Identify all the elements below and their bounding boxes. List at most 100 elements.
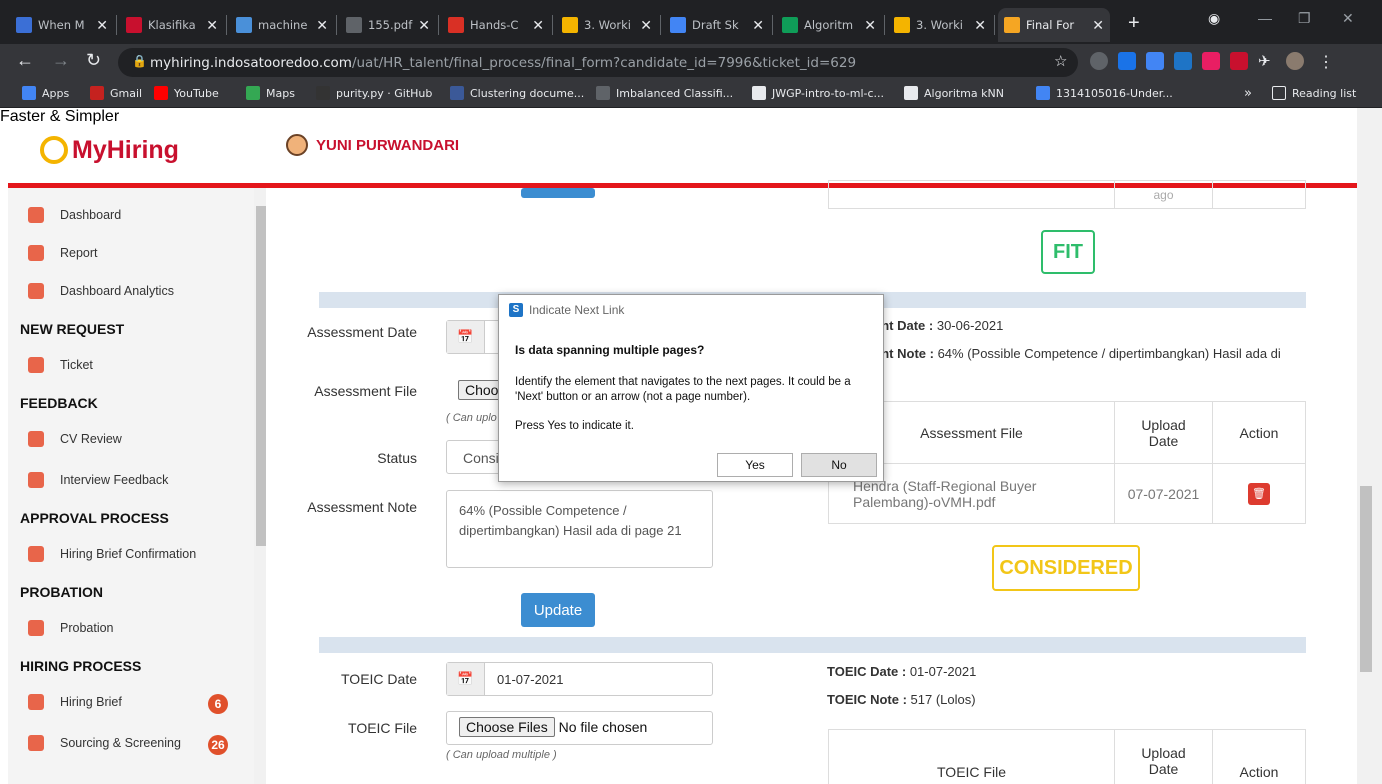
sidebar-item[interactable]: Dashboard Analytics: [28, 283, 228, 299]
tab-close-icon[interactable]: ✕: [206, 17, 218, 34]
delete-icon[interactable]: 🗑: [1248, 482, 1270, 505]
bookmark-item[interactable]: Maps: [246, 86, 295, 100]
back-icon[interactable]: ←: [16, 50, 34, 71]
sidebar-item[interactable]: Report: [28, 245, 228, 261]
url-path: /uat/HR_talent/final_process/final_form?…: [351, 55, 857, 71]
extension-icon[interactable]: [1202, 52, 1220, 70]
tab-close-icon[interactable]: ✕: [974, 17, 986, 34]
info-value: 517 (Lolos): [906, 692, 976, 707]
extension-icon[interactable]: [1230, 52, 1248, 70]
bookmark-item[interactable]: Clustering docume...: [450, 86, 584, 100]
sidebar-item[interactable]: CV Review: [28, 431, 228, 447]
toeic-date-field[interactable]: 📅 01-07-2021: [446, 662, 713, 696]
sidebar-item[interactable]: Hiring Brief Confirmation: [28, 546, 228, 562]
tab-separator: [438, 15, 439, 35]
tab-close-icon[interactable]: ✕: [1092, 17, 1104, 34]
browser-tab[interactable]: machine ✕: [230, 8, 334, 42]
assessment-upload-hint: ( Can uplo: [446, 412, 497, 424]
tab-close-icon[interactable]: ✕: [752, 17, 764, 34]
thumbs-up-icon: [28, 546, 44, 562]
tab-favicon-icon: [562, 17, 578, 33]
reading-list-button[interactable]: Reading list: [1272, 86, 1356, 100]
status-select[interactable]: Consi: [446, 440, 506, 474]
browser-tab-strip: When M ✕ Klasifika ✕ machine ✕ 155.pdf ✕ Hands-C…: [0, 0, 1382, 44]
tab-separator: [116, 15, 117, 35]
bookmark-item[interactable]: Imbalanced Classifi...: [596, 86, 733, 100]
bookmark-item[interactable]: Gmail: [90, 86, 142, 100]
indicate-next-link-dialog: S Indicate Next Link Is data spanning mul…: [498, 294, 884, 482]
translate-icon[interactable]: [1146, 52, 1164, 70]
uipath-icon[interactable]: [1174, 52, 1192, 70]
tab-search-icon[interactable]: ◉: [1208, 10, 1220, 27]
assessment-date-info: ent Date : 30-06-2021: [874, 318, 1003, 333]
bookmark-icon: [752, 86, 766, 100]
sidebar-item[interactable]: Dashboard: [28, 207, 228, 223]
minimize-icon[interactable]: —: [1258, 10, 1272, 26]
tab-separator: [772, 15, 773, 35]
sidebar: Dashboard Report Dashboard Analytics NEW RE…: [8, 188, 266, 784]
forward-icon[interactable]: →: [52, 50, 70, 71]
url-text[interactable]: myhiring.indosatooredoo.com/uat/HR_talen…: [150, 55, 856, 71]
sidebar-item[interactable]: Sourcing & Screening 26: [28, 735, 228, 755]
toeic-choose-files-button[interactable]: Choose Files: [459, 717, 555, 737]
browser-tab[interactable]: 3. Worki ✕: [556, 8, 658, 42]
update-button-partial[interactable]: [521, 188, 595, 198]
funnel-icon: [28, 620, 44, 636]
tab-close-icon[interactable]: ✕: [96, 17, 108, 34]
browser-tab[interactable]: Hands-C ✕: [442, 8, 550, 42]
browser-tab[interactable]: 3. Worki ✕: [888, 8, 992, 42]
tab-separator: [660, 15, 661, 35]
bookmark-item[interactable]: 1314105016-Under...: [1036, 86, 1173, 100]
sidebar-item[interactable]: Interview Feedback: [28, 472, 228, 488]
bookmark-item[interactable]: Algoritma kNN: [904, 86, 1004, 100]
toeic-file-input[interactable]: Choose Files No file chosen: [446, 711, 713, 745]
yes-button[interactable]: Yes: [717, 453, 793, 477]
table-header: Action: [1212, 401, 1306, 464]
tab-close-icon[interactable]: ✕: [864, 17, 876, 34]
url-domain: myhiring.indosatooredoo.com: [150, 55, 352, 71]
update-button[interactable]: Update: [521, 593, 595, 627]
tab-close-icon[interactable]: ✕: [532, 17, 544, 34]
reload-icon[interactable]: ↻: [86, 50, 101, 71]
page-scrollbar[interactable]: [1357, 108, 1382, 784]
no-button[interactable]: No: [801, 453, 877, 477]
assessment-note-textarea[interactable]: 64% (Possible Competence / dipertimbangk…: [446, 490, 713, 568]
sidebar-scroll-thumb[interactable]: [256, 206, 266, 546]
sidebar-scrollbar[interactable]: [254, 188, 266, 784]
calendar-icon[interactable]: 📅: [447, 321, 485, 353]
browser-tab[interactable]: Final For ✕: [998, 8, 1110, 42]
bookmark-overflow-icon[interactable]: »: [1244, 86, 1252, 101]
bookmark-item[interactable]: JWGP-intro-to-ml-c...: [752, 86, 884, 100]
sidebar-item[interactable]: Hiring Brief 6: [28, 694, 228, 714]
browser-tab[interactable]: 155.pdf ✕: [340, 8, 436, 42]
menu-kebab-icon[interactable]: ⋮: [1318, 52, 1336, 71]
browser-tab[interactable]: Algoritm ✕: [776, 8, 882, 42]
restore-icon[interactable]: ❐: [1298, 10, 1311, 27]
extension-icon[interactable]: [1090, 52, 1108, 70]
profile-avatar[interactable]: [1286, 52, 1304, 70]
bookmark-item[interactable]: YouTube: [154, 86, 219, 100]
user-profile[interactable]: YUNI PURWANDARI: [286, 134, 459, 156]
page-scroll-thumb[interactable]: [1360, 486, 1372, 672]
bookmark-item[interactable]: purity.py · GitHub: [316, 86, 432, 100]
sidebar-item[interactable]: Probation: [28, 620, 228, 636]
bookmark-star-icon[interactable]: ☆: [1054, 52, 1067, 70]
puzzle-icon[interactable]: ✈: [1258, 52, 1276, 70]
browser-tab[interactable]: When M ✕: [10, 8, 114, 42]
tab-title: machine: [258, 18, 308, 32]
extension-icon[interactable]: [1118, 52, 1136, 70]
tab-favicon-icon: [346, 17, 362, 33]
browser-tab[interactable]: Klasifika ✕: [120, 8, 224, 42]
sidebar-item[interactable]: Ticket: [28, 357, 228, 373]
assessment-date-field[interactable]: 📅: [446, 320, 506, 354]
tab-close-icon[interactable]: ✕: [418, 17, 430, 34]
tab-close-icon[interactable]: ✕: [316, 17, 328, 34]
myhiring-logo[interactable]: MyHiring: [40, 136, 179, 165]
new-tab-button[interactable]: +: [1128, 12, 1140, 35]
close-window-icon[interactable]: ✕: [1342, 10, 1354, 27]
browser-tab[interactable]: Draft Sk ✕: [664, 8, 770, 42]
tab-close-icon[interactable]: ✕: [640, 17, 652, 34]
bookmark-item[interactable]: Apps: [22, 86, 69, 100]
toeic-file-table: TOEIC File Upload Date Action: [828, 729, 1306, 784]
calendar-icon[interactable]: 📅: [447, 663, 485, 695]
